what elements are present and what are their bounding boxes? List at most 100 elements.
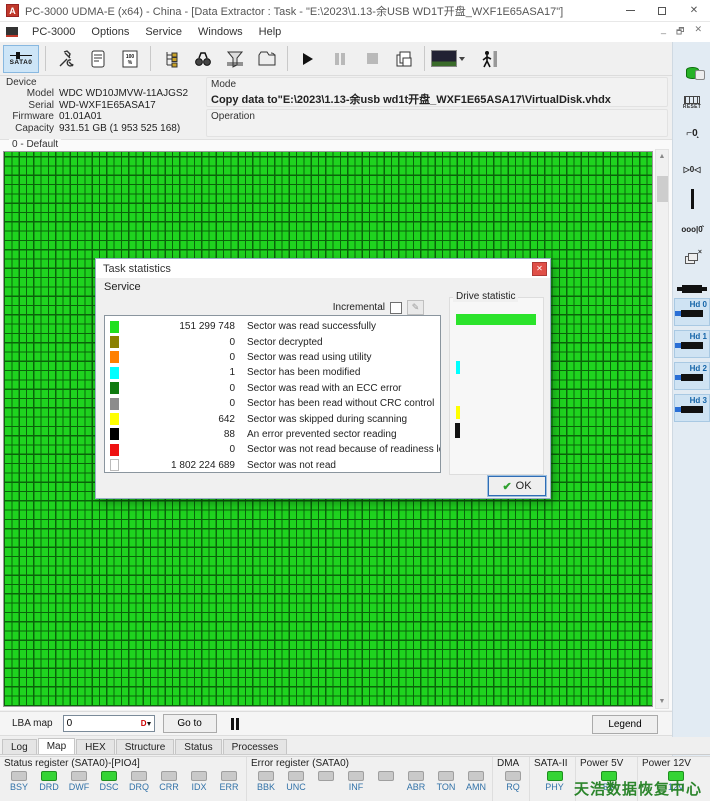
exit-door-icon: [482, 50, 497, 67]
drive-head-icon: [675, 310, 703, 317]
stat-count: 151 299 748: [179, 321, 235, 333]
stat-count: 0: [229, 444, 235, 456]
sata0-port-button[interactable]: SATA0: [3, 44, 39, 73]
mode-value: Copy data to"E:\2023\1.13-余usb wd1t开盘_WX…: [211, 94, 611, 106]
hd1-button[interactable]: Hd 1: [674, 330, 710, 358]
minimize-button[interactable]: [614, 0, 646, 22]
stat-label: Sector decrypted: [247, 336, 323, 348]
led-cell: [371, 771, 401, 792]
title-bar: A PC-3000 UDMA-E (x64) - China - [Data E…: [0, 0, 710, 22]
set-max-address-icon: ooo|0̂: [681, 224, 703, 234]
exit-button[interactable]: [474, 45, 504, 73]
menu-item-windows[interactable]: Windows: [190, 24, 251, 40]
resources-button[interactable]: [156, 45, 186, 73]
status-group-1: Error register (SATA0) BBK UNC INF ABR TON AMN: [247, 757, 493, 801]
ok-button[interactable]: ✔ OK: [487, 475, 547, 497]
device-field-label: Model: [26, 88, 54, 99]
recalibrate-button[interactable]: ▷0◁: [675, 156, 709, 182]
script-button[interactable]: [83, 45, 113, 73]
mdi-restore-icon[interactable]: 🗗: [676, 24, 684, 40]
map-thumbnail-icon: [431, 50, 457, 67]
set-max-address-button[interactable]: ooo|0̂: [675, 216, 709, 242]
tab-status[interactable]: Status: [175, 739, 222, 754]
soft-reset-button[interactable]: ⌐0̟: [675, 120, 709, 146]
hd-button-label: Hd 0: [689, 300, 707, 309]
tab-log[interactable]: Log: [2, 739, 37, 754]
drive-power-button[interactable]: [675, 60, 709, 86]
stat-color-swatch: [110, 459, 119, 472]
stat-color-swatch: [110, 397, 119, 410]
menu-item-service[interactable]: Service: [137, 24, 190, 40]
map-vertical-scrollbar[interactable]: ▲ ▼: [655, 149, 669, 709]
filter-button[interactable]: [220, 45, 250, 73]
mdi-close-icon[interactable]: ✕: [694, 24, 702, 40]
stop-button[interactable]: [357, 45, 387, 73]
stat-label: Sector was skipped during scanning: [247, 413, 408, 425]
led-indicator: [101, 771, 117, 781]
led-label: DRD: [39, 782, 59, 792]
menu-item-help[interactable]: Help: [251, 24, 290, 40]
binoculars-icon: [195, 51, 211, 66]
hd0-button[interactable]: Hd 0: [674, 298, 710, 326]
tab-map[interactable]: Map: [37, 738, 76, 754]
tab-processes[interactable]: Processes: [222, 739, 288, 754]
tab-hex[interactable]: HEX: [76, 739, 115, 754]
close-button[interactable]: ✕: [678, 0, 710, 22]
legend-button[interactable]: Legend: [592, 715, 658, 734]
mode-group-title: Mode: [211, 79, 237, 90]
drive-power-icon: [685, 67, 705, 80]
scroll-thumb[interactable]: [657, 176, 668, 202]
hd3-button[interactable]: Hd 3: [674, 394, 710, 422]
led-label: DRQ: [129, 782, 149, 792]
led-indicator: [161, 771, 177, 781]
edit-button[interactable]: ✎: [407, 300, 424, 315]
drive-head-icon: [675, 406, 703, 413]
led-cell: DSC: [94, 771, 124, 792]
stat-row: 151 299 748 Sector was read successfully: [105, 319, 440, 334]
dec-hex-toggle-icon[interactable]: D: [140, 717, 153, 730]
led-cell: AMN: [461, 771, 491, 792]
lba-bar: LBA map D Go to Legend: [0, 711, 672, 736]
tasks-button[interactable]: [252, 45, 282, 73]
dialog-close-button[interactable]: ✕: [532, 261, 547, 276]
copy-sectors-button[interactable]: [389, 45, 419, 73]
led-indicator: [11, 771, 27, 781]
stat-count: 0: [229, 398, 235, 410]
device-field-row: Serial WD-WXF1E65ASA17: [6, 100, 204, 112]
clear-copies-button[interactable]: ×: [675, 246, 709, 272]
led-label: BSY: [9, 782, 28, 792]
goto-button[interactable]: Go to: [162, 714, 217, 733]
reset-button[interactable]: RESET: [675, 90, 709, 116]
stat-color-swatch: [110, 351, 119, 364]
tools-button[interactable]: [51, 45, 81, 73]
incremental-checkbox[interactable]: [390, 301, 402, 314]
stat-color-swatch: [110, 428, 119, 441]
stat-label: Sector has been modified: [247, 367, 361, 379]
scroll-up-icon[interactable]: ▲: [656, 150, 668, 163]
menu-item-options[interactable]: Options: [83, 24, 137, 40]
mdi-minimize-icon[interactable]: _: [661, 24, 666, 40]
stat-row: 0 Sector was read with an ECC error: [105, 381, 440, 396]
search-button[interactable]: [188, 45, 218, 73]
maximize-button[interactable]: [646, 0, 678, 22]
pause-button[interactable]: [325, 45, 355, 73]
scroll-down-icon[interactable]: ▼: [656, 695, 668, 708]
tab-structure[interactable]: Structure: [115, 739, 175, 754]
utility-button[interactable]: 100%: [115, 45, 145, 73]
hd2-button[interactable]: Hd 2: [674, 362, 710, 390]
view-mode-button[interactable]: [431, 46, 471, 72]
funnel-icon: [226, 51, 244, 68]
menu-item-pc-3000[interactable]: PC-3000: [24, 24, 83, 40]
stat-label: An error prevented sector reading: [247, 428, 397, 440]
stat-row: 0 Sector decrypted: [105, 334, 440, 349]
map-pause-button[interactable]: [230, 717, 239, 730]
led-cell: CRR: [154, 771, 184, 792]
recalibrate-icon: ▷0◁: [683, 164, 701, 174]
led-cell: ERR: [214, 771, 244, 792]
led-cell: RQ: [497, 771, 529, 792]
sata-bus-icon: [10, 51, 32, 59]
start-button[interactable]: [293, 45, 323, 73]
led-cell: TON: [431, 771, 461, 792]
status-group-title: DMA: [497, 758, 520, 769]
standby-button[interactable]: [675, 186, 709, 212]
